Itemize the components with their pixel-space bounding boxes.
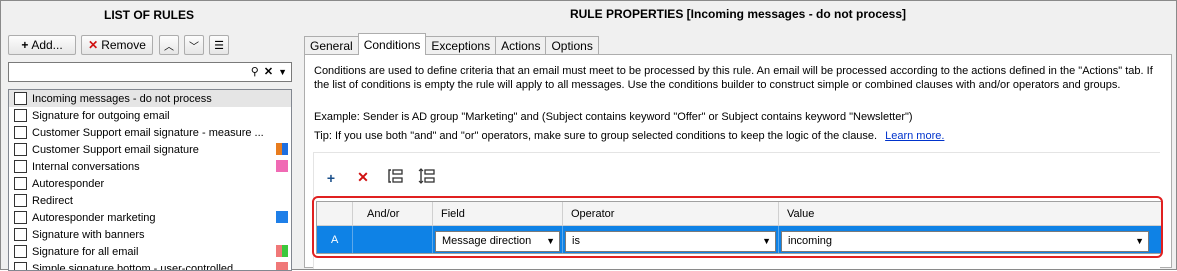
hamburger-icon: ☰	[214, 39, 224, 52]
rule-checkbox[interactable]	[14, 245, 27, 258]
color-swatch	[276, 160, 288, 172]
rule-checkbox[interactable]	[14, 211, 27, 224]
remove-button-label: Remove	[101, 38, 146, 52]
color-swatch	[282, 143, 288, 155]
operator-select[interactable]: is ▼	[565, 231, 776, 252]
conditions-description: Conditions are used to define criteria t…	[314, 64, 1164, 92]
delete-condition-icon[interactable]: ✕	[354, 169, 372, 186]
chevron-down-icon: ﹀	[189, 38, 199, 53]
rule-checkbox[interactable]	[14, 109, 27, 122]
field-select[interactable]: Message direction ▼	[435, 231, 560, 252]
rules-list[interactable]: Incoming messages - do not process Signat…	[8, 89, 292, 271]
rule-checkbox[interactable]	[14, 92, 27, 105]
andor-cell[interactable]	[353, 226, 433, 253]
chevron-down-icon[interactable]: ▼	[278, 67, 287, 77]
color-tag	[276, 245, 288, 257]
grid-header-operator: Operator	[563, 202, 779, 226]
rule-label: Internal conversations	[32, 161, 140, 173]
rule-label: Signature for all email	[32, 246, 138, 258]
tab-actions[interactable]: Actions	[495, 36, 546, 55]
rule-label: Autoresponder	[32, 178, 104, 190]
operator-select-value: is	[572, 235, 580, 247]
rule-checkbox[interactable]	[14, 126, 27, 139]
list-item[interactable]: Signature for all email	[9, 243, 291, 260]
plus-icon: +	[21, 38, 28, 52]
rule-checkbox[interactable]	[14, 143, 27, 156]
clear-icon[interactable]: ✕	[264, 65, 273, 78]
color-tag	[276, 211, 288, 223]
table-row[interactable]: A Message direction ▼ is ▼ incoming ▼	[317, 226, 1161, 253]
remove-button[interactable]: ✕ Remove	[81, 35, 153, 55]
page-title: RULE PROPERTIES [Incoming messages - do …	[300, 7, 1176, 21]
list-item[interactable]: Incoming messages - do not process	[9, 90, 291, 107]
rule-label: Incoming messages - do not process	[32, 93, 212, 105]
color-swatch	[276, 211, 288, 223]
rules-panel-title: LIST OF RULES	[1, 8, 297, 22]
color-tag	[276, 160, 288, 172]
value-cell: incoming ▼	[779, 226, 1161, 253]
ungroup-icon[interactable]	[418, 168, 436, 187]
list-item[interactable]: Signature with banners	[9, 226, 291, 243]
value-select[interactable]: incoming ▼	[781, 231, 1149, 252]
grid-header-value: Value	[779, 202, 1161, 226]
row-id: A	[317, 226, 353, 253]
chevron-down-icon: ▼	[762, 236, 771, 246]
rule-checkbox[interactable]	[14, 177, 27, 190]
add-button[interactable]: + Add...	[8, 35, 76, 55]
chevron-up-icon: ︿	[164, 38, 174, 53]
rule-label: Signature for outgoing email	[32, 110, 170, 122]
rule-checkbox[interactable]	[14, 194, 27, 207]
tip-text: Tip: If you use both "and" and "or" oper…	[314, 130, 944, 142]
list-item[interactable]: Internal conversations	[9, 158, 291, 175]
value-select-value: incoming	[788, 235, 832, 247]
grid-header: And/or Field Operator Value	[317, 202, 1161, 226]
list-item[interactable]: Customer Support email signature	[9, 141, 291, 158]
example-text: Example: Sender is AD group "Marketing" …	[314, 111, 913, 123]
list-item[interactable]: Redirect	[9, 192, 291, 209]
rule-label: Redirect	[32, 195, 73, 207]
field-select-value: Message direction	[442, 235, 531, 247]
chevron-down-icon: ▼	[546, 236, 555, 246]
rule-checkbox[interactable]	[14, 160, 27, 173]
conditions-grid: And/or Field Operator Value A Message di…	[316, 201, 1162, 254]
tab-general[interactable]: General	[304, 36, 359, 55]
tip-label: Tip: If you use both "and" and "or" oper…	[314, 130, 877, 142]
grid-header-id	[317, 202, 353, 226]
rule-label: Signature with banners	[32, 229, 145, 241]
add-button-label: Add...	[31, 38, 62, 52]
rule-label: Autoresponder marketing	[32, 212, 156, 224]
builder-toolbar: + ✕	[322, 168, 436, 187]
list-item[interactable]: Customer Support email signature - measu…	[9, 124, 291, 141]
list-item[interactable]: Autoresponder marketing	[9, 209, 291, 226]
field-cell: Message direction ▼	[433, 226, 563, 253]
color-tag	[276, 143, 288, 155]
add-condition-icon[interactable]: +	[322, 170, 340, 186]
rule-label: Customer Support email signature	[32, 144, 199, 156]
color-swatch	[282, 245, 288, 257]
tab-exceptions[interactable]: Exceptions	[425, 36, 496, 55]
tab-bar: GeneralConditionsExceptionsActionsOption…	[304, 33, 598, 55]
tab-options[interactable]: Options	[545, 36, 598, 55]
rule-checkbox[interactable]	[14, 228, 27, 241]
search-input[interactable]: ⚲ ✕ ▼	[8, 62, 292, 82]
tab-conditions[interactable]: Conditions	[358, 33, 427, 55]
list-item[interactable]: Autoresponder	[9, 175, 291, 192]
rules-panel: LIST OF RULES + Add... ✕ Remove ︿ ﹀ ☰ ⚲ …	[1, 1, 297, 269]
list-item[interactable]: Simple signature bottom - user-controlle…	[9, 260, 291, 271]
grid-header-andor: And/or	[353, 202, 433, 226]
menu-button[interactable]: ☰	[209, 35, 229, 55]
move-up-button[interactable]: ︿	[159, 35, 179, 55]
operator-cell: is ▼	[563, 226, 779, 253]
search-icon[interactable]: ⚲	[251, 65, 259, 78]
learn-more-link[interactable]: Learn more.	[885, 130, 944, 142]
group-icon[interactable]	[386, 168, 404, 187]
rule-label: Customer Support email signature - measu…	[32, 127, 264, 139]
move-down-button[interactable]: ﹀	[184, 35, 204, 55]
grid-header-field: Field	[433, 202, 563, 226]
list-item[interactable]: Signature for outgoing email	[9, 107, 291, 124]
chevron-down-icon: ▼	[1135, 236, 1144, 246]
close-icon: ✕	[88, 38, 98, 52]
